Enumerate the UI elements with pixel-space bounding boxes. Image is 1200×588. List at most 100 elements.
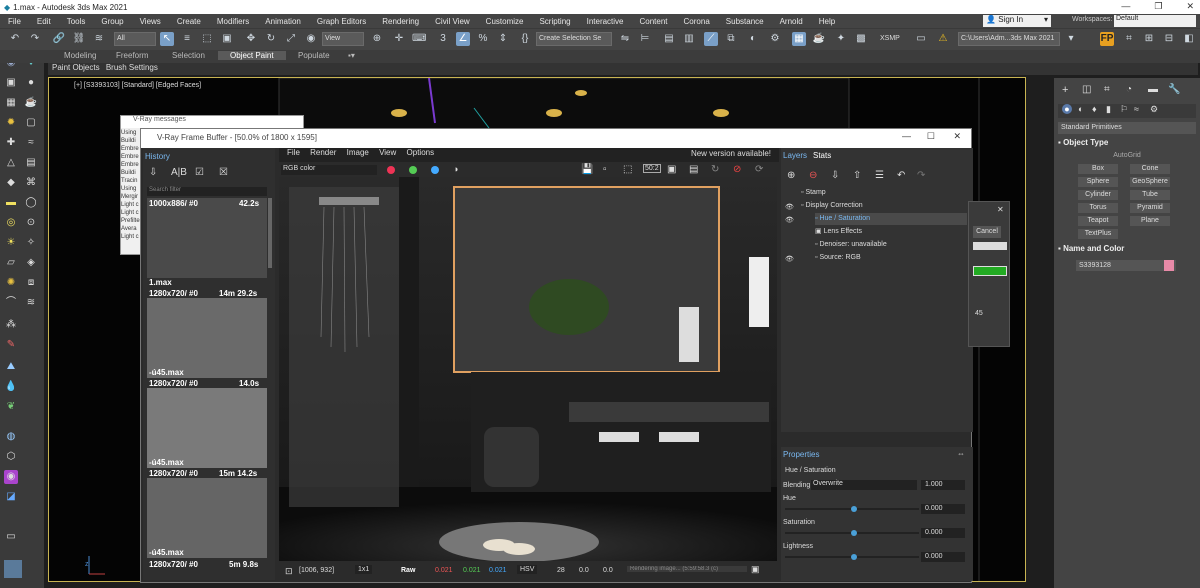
spacewarps-icon[interactable]: ≈ — [1134, 104, 1139, 114]
project-path[interactable]: C:\Users\Adm...3ds Max 2021 — [958, 32, 1060, 46]
brush-settings-button[interactable]: Brush Settings — [106, 63, 158, 72]
minimize-icon[interactable]: — — [902, 131, 911, 141]
channel-select[interactable]: RGB color — [281, 165, 377, 175]
history-scrollbar[interactable] — [268, 198, 272, 268]
spinner-snap-icon[interactable]: ⇕ — [496, 32, 510, 46]
geometry-icon[interactable]: ● — [1062, 104, 1072, 114]
plant-icon[interactable]: ❦ — [4, 400, 18, 414]
forest-pack-icon[interactable]: FP — [1100, 32, 1114, 46]
properties-options-icon[interactable]: ⇔ — [957, 449, 965, 458]
plane-button[interactable]: Plane — [1130, 216, 1170, 226]
sun-icon[interactable]: ☀ — [4, 236, 18, 250]
keyboard-shortcut-icon[interactable]: ⌨ — [412, 32, 426, 46]
pixel-ratio-select[interactable]: 1x1 — [355, 565, 373, 574]
lightness-slider[interactable] — [785, 554, 919, 560]
layer-denoiser[interactable]: ▫ Denoiser: unavailable — [815, 239, 887, 251]
vfb-menu-options[interactable]: Options — [407, 148, 435, 157]
menu-modifiers[interactable]: Modifiers — [209, 17, 257, 26]
tab-selection[interactable]: Selection — [172, 51, 205, 60]
hierarchy-icon[interactable]: ⌘ — [24, 176, 38, 190]
close-icon[interactable]: ✕ — [1186, 1, 1194, 12]
tab-layers[interactable]: Layers — [783, 151, 807, 160]
hue-slider-knob[interactable] — [851, 506, 857, 512]
menu-rendering[interactable]: Rendering — [374, 17, 427, 26]
history-thumb[interactable] — [147, 198, 267, 278]
category-select[interactable]: Standard Primitives — [1058, 122, 1196, 134]
history-thumb[interactable] — [147, 298, 267, 378]
cancel-button[interactable]: Cancel — [973, 226, 1001, 238]
schematic-view-icon[interactable]: ⧉ — [724, 32, 738, 46]
green-channel-icon[interactable] — [409, 166, 417, 174]
tool-a-icon[interactable]: ⬡ — [4, 450, 18, 464]
history-thumb[interactable] — [147, 388, 267, 468]
close-icon[interactable]: ✕ — [997, 205, 1004, 214]
box-icon[interactable]: ▣ — [4, 76, 18, 90]
object-name-input[interactable]: S3393128 — [1076, 260, 1176, 271]
scatter-icon[interactable]: ⊞ — [1142, 32, 1156, 46]
compare-ab-icon[interactable]: A|B — [171, 167, 187, 178]
drop-icon[interactable]: 💧 — [4, 380, 18, 394]
pyramid-icon[interactable]: ⊙ — [24, 216, 38, 230]
selection-filter-select[interactable]: All — [114, 32, 156, 46]
viewport-layout-icon[interactable] — [4, 560, 22, 578]
dialog-input[interactable] — [973, 242, 1007, 250]
shapes-icon[interactable]: ◐ — [1078, 104, 1083, 114]
modify-tab-icon[interactable]: ◫ — [1082, 84, 1091, 95]
saturation-slider[interactable] — [785, 530, 919, 536]
hue-input[interactable]: 0.000 — [921, 504, 965, 514]
new-version-link[interactable]: New version available! — [691, 149, 771, 158]
helper-icon[interactable]: ✚ — [4, 136, 18, 150]
tool-c-icon[interactable]: ◪ — [4, 490, 18, 504]
display-tab-icon[interactable]: ▬ — [1148, 84, 1158, 95]
vfb-menu-render[interactable]: Render — [310, 148, 336, 157]
lightness-slider-knob[interactable] — [851, 554, 857, 560]
history-thumb[interactable] — [147, 478, 267, 558]
hue-slider[interactable] — [785, 506, 919, 512]
redo-icon[interactable]: ↷ — [917, 170, 925, 181]
menu-help[interactable]: Help — [811, 17, 843, 26]
tool-b-icon[interactable]: ◉ — [4, 470, 18, 484]
saturation-input[interactable]: 0.000 — [921, 528, 965, 538]
dome-icon[interactable]: ⌒ — [4, 296, 18, 310]
geosphere-button[interactable]: GeoSphere — [1130, 177, 1170, 187]
saturation-slider-knob[interactable] — [851, 530, 857, 536]
material-editor-icon[interactable]: ◐ — [746, 32, 760, 46]
cylinder-icon[interactable]: ◯ — [24, 196, 38, 210]
motion-tab-icon[interactable]: ◔ — [1126, 84, 1132, 95]
pivot-center-icon[interactable]: ⊕ — [370, 32, 384, 46]
unlink-icon[interactable]: ⛓ — [72, 32, 86, 46]
eye-icon[interactable]: 👁 — [785, 255, 794, 263]
tab-modeling[interactable]: Modeling — [64, 51, 96, 60]
object-color-swatch[interactable] — [1164, 260, 1174, 271]
edit-named-sets-icon[interactable]: {} — [518, 32, 532, 46]
menu-animation[interactable]: Animation — [257, 17, 309, 26]
cameras-icon[interactable]: ▮ — [1106, 104, 1111, 115]
warning-icon[interactable]: ⚠ — [936, 32, 950, 46]
paint-objects-button[interactable]: Paint Objects — [52, 63, 100, 72]
helpers-icon[interactable]: ⚐ — [1120, 104, 1128, 115]
blending-select[interactable]: Overwrite — [811, 480, 917, 490]
placement-icon[interactable]: ◉ — [304, 32, 318, 46]
tab-populate[interactable]: Populate — [298, 51, 330, 60]
vfb-menu-file[interactable]: File — [287, 148, 300, 157]
menu-graph-editors[interactable]: Graph Editors — [309, 17, 374, 26]
angle-snap-icon[interactable]: ∠ — [456, 32, 470, 46]
clear-image-icon[interactable]: ▫ — [603, 164, 607, 175]
sphere-button[interactable]: Sphere — [1078, 177, 1118, 187]
menu-civil-view[interactable]: Civil View — [427, 17, 478, 26]
save-layers-icon[interactable]: ⇩ — [831, 170, 839, 181]
omni-icon[interactable]: ✧ — [24, 236, 38, 250]
menu-content[interactable]: Content — [632, 17, 676, 26]
mountain-icon[interactable]: ⛰ — [4, 360, 18, 374]
vfb-menu-view[interactable]: View — [379, 148, 396, 157]
menu-substance[interactable]: Substance — [718, 17, 772, 26]
toolbar-end-icon[interactable]: ◧ — [1182, 32, 1196, 46]
teapot-button[interactable]: Teapot — [1078, 216, 1118, 226]
name-color-rollout[interactable]: ▪ Name and Color — [1058, 244, 1196, 256]
torus-button[interactable]: Torus — [1078, 203, 1118, 213]
layer-source[interactable]: ▫ Source: RGB — [815, 252, 861, 264]
select-by-name-icon[interactable]: ≡ — [180, 32, 194, 46]
snap-toggle-icon[interactable]: 3 — [436, 32, 450, 46]
menu-file[interactable]: File — [0, 17, 29, 26]
render-last-icon[interactable]: ▤ — [689, 164, 698, 175]
